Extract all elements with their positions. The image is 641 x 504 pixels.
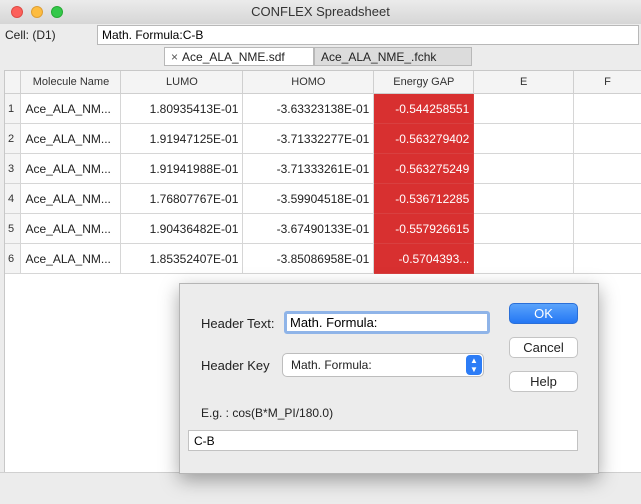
corner-cell[interactable] <box>5 71 22 94</box>
cell-bar: Cell: (D1) <box>0 24 641 46</box>
row-header[interactable]: 6 <box>5 243 22 274</box>
tab-label: Ace_ALA_NME.sdf <box>182 50 285 64</box>
row-header[interactable]: 1 <box>5 93 22 124</box>
ok-button[interactable]: OK <box>509 303 578 324</box>
cell-energy-gap[interactable]: -0.5704393... <box>373 243 475 274</box>
table-row: 3 Ace_ALA_NM... 1.91941988E-01 -3.713332… <box>5 153 641 184</box>
cell-energy-gap[interactable]: -0.563275249 <box>373 153 475 184</box>
cell-homo[interactable]: -3.59904518E-01 <box>242 183 375 214</box>
row-header[interactable]: 2 <box>5 123 22 154</box>
table-row: 6 Ace_ALA_NM... 1.85352407E-01 -3.850869… <box>5 243 641 274</box>
cell-formula-input[interactable] <box>97 25 639 45</box>
status-bar <box>0 472 641 504</box>
cell-e[interactable] <box>473 153 575 184</box>
cell-homo[interactable]: -3.71333261E-01 <box>242 153 375 184</box>
cell-f[interactable] <box>573 213 641 244</box>
column-header-f[interactable]: F <box>573 71 641 94</box>
cell-f[interactable] <box>573 93 641 124</box>
row-header[interactable]: 4 <box>5 183 22 214</box>
cell-energy-gap[interactable]: -0.544258551 <box>373 93 475 124</box>
cell-lumo[interactable]: 1.85352407E-01 <box>120 243 244 274</box>
cell-f[interactable] <box>573 153 641 184</box>
column-header-molecule-name[interactable]: Molecule Name <box>20 71 122 94</box>
column-header-e[interactable]: E <box>473 71 575 94</box>
data-table: Molecule Name LUMO HOMO Energy GAP E F 1… <box>5 71 641 274</box>
header-key-select[interactable]: Math. Formula: ▲ ▼ <box>282 353 484 377</box>
cell-f[interactable] <box>573 183 641 214</box>
cell-molecule-name[interactable]: Ace_ALA_NM... <box>20 243 122 274</box>
header-text-label: Header Text: <box>201 316 275 331</box>
tab-fchk[interactable]: Ace_ALA_NME_.fchk <box>314 47 472 66</box>
cell-lumo[interactable]: 1.91947125E-01 <box>120 123 244 154</box>
edit-header-dialog: Header Text: Header Key Math. Formula: ▲… <box>179 283 599 474</box>
cell-homo[interactable]: -3.85086958E-01 <box>242 243 375 274</box>
cell-molecule-name[interactable]: Ace_ALA_NM... <box>20 213 122 244</box>
cell-molecule-name[interactable]: Ace_ALA_NM... <box>20 93 122 124</box>
cell-f[interactable] <box>573 243 641 274</box>
cell-f[interactable] <box>573 123 641 154</box>
help-button[interactable]: Help <box>509 371 578 392</box>
cell-homo[interactable]: -3.63323138E-01 <box>242 93 375 124</box>
cell-homo[interactable]: -3.67490133E-01 <box>242 213 375 244</box>
cell-homo[interactable]: -3.71332277E-01 <box>242 123 375 154</box>
close-icon[interactable]: × <box>171 50 178 64</box>
table-row: 4 Ace_ALA_NM... 1.76807767E-01 -3.599045… <box>5 183 641 214</box>
tab-sdf[interactable]: × Ace_ALA_NME.sdf <box>164 47 314 66</box>
row-header[interactable]: 5 <box>5 213 22 244</box>
cell-lumo[interactable]: 1.76807767E-01 <box>120 183 244 214</box>
cell-lumo[interactable]: 1.90436482E-01 <box>120 213 244 244</box>
expression-input[interactable] <box>188 430 578 451</box>
cell-e[interactable] <box>473 123 575 154</box>
cell-energy-gap[interactable]: -0.536712285 <box>373 183 475 214</box>
column-header-energy-gap[interactable]: Energy GAP <box>373 71 475 94</box>
cell-molecule-name[interactable]: Ace_ALA_NM... <box>20 123 122 154</box>
table-row: 1 Ace_ALA_NM... 1.80935413E-01 -3.633231… <box>5 93 641 124</box>
header-text-input[interactable] <box>284 311 490 334</box>
cell-energy-gap[interactable]: -0.563279402 <box>373 123 475 154</box>
cell-e[interactable] <box>473 183 575 214</box>
cell-energy-gap[interactable]: -0.557926615 <box>373 213 475 244</box>
column-header-lumo[interactable]: LUMO <box>120 71 244 94</box>
cancel-button[interactable]: Cancel <box>509 337 578 358</box>
header-key-value: Math. Formula: <box>291 358 372 372</box>
window-title: CONFLEX Spreadsheet <box>251 4 390 19</box>
select-arrows-icon: ▲ ▼ <box>466 355 482 375</box>
cell-e[interactable] <box>473 213 575 244</box>
table-row: 2 Ace_ALA_NM... 1.91947125E-01 -3.713322… <box>5 123 641 154</box>
cell-e[interactable] <box>473 93 575 124</box>
header-key-label: Header Key <box>201 358 270 373</box>
example-label: E.g. : cos(B*M_PI/180.0) <box>201 406 334 420</box>
cell-lumo[interactable]: 1.80935413E-01 <box>120 93 244 124</box>
row-header[interactable]: 3 <box>5 153 22 184</box>
cell-e[interactable] <box>473 243 575 274</box>
cell-molecule-name[interactable]: Ace_ALA_NM... <box>20 153 122 184</box>
cell-lumo[interactable]: 1.91941988E-01 <box>120 153 244 184</box>
title-bar: CONFLEX Spreadsheet <box>0 0 641 25</box>
tab-label: Ace_ALA_NME_.fchk <box>321 50 437 64</box>
table-row: 5 Ace_ALA_NM... 1.90436482E-01 -3.674901… <box>5 213 641 244</box>
column-header-homo[interactable]: HOMO <box>242 71 375 94</box>
cell-molecule-name[interactable]: Ace_ALA_NM... <box>20 183 122 214</box>
cell-reference-label: Cell: (D1) <box>5 28 56 42</box>
